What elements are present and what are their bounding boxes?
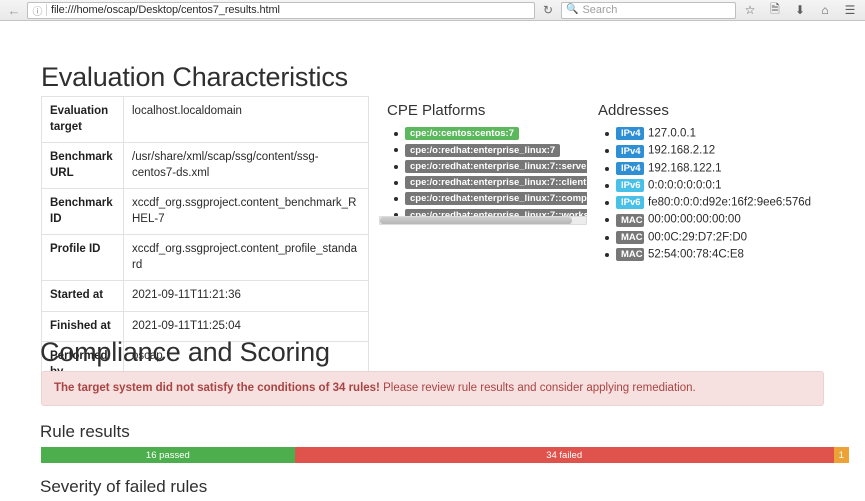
list-item: cpe:/o:redhat:enterprise_linux:7 (394, 143, 587, 157)
row-key: Profile ID (41, 234, 124, 282)
list-item: IPv4 192.168.2.12 (605, 144, 848, 158)
page-content: Evaluation Characteristics Evaluation ta… (0, 21, 865, 501)
row-value: xccdf_org.ssgproject.content_profile_sta… (123, 234, 369, 282)
library-icon[interactable]: 🗎 (764, 1, 786, 20)
list-item: cpe:/o:redhat:enterprise_linux:7::comput… (394, 192, 587, 206)
url-text: file:///home/oscap/Desktop/centos7_resul… (51, 4, 280, 16)
browser-toolbar: ← ⓘ file:///home/oscap/Desktop/centos7_r… (0, 0, 865, 21)
row-value: 2021-09-11T11:21:36 (123, 280, 369, 312)
list-item: cpe:/o:redhat:enterprise_linux:7::server (394, 159, 587, 173)
cpe-platforms-panel: CPE Platforms cpe:/o:centos:centos:7 cpe:… (379, 102, 587, 225)
list-item: IPv4 192.168.122.1 (605, 161, 848, 175)
alert-strong-text: The target system did not satisfy the co… (54, 382, 380, 394)
info-icon[interactable]: ⓘ (30, 3, 45, 18)
row-value: /usr/share/xml/scap/ssg/content/ssg-cent… (123, 142, 369, 190)
search-icon: 🔍 (566, 4, 579, 15)
address-value: 192.168.122.1 (648, 161, 722, 174)
address-list: IPv4 127.0.0.1 IPv4 192.168.2.12 IPv4 192.168… (598, 127, 848, 262)
severity-heading: Severity of failed rules (40, 477, 208, 496)
list-item: IPv6 0:0:0:0:0:0:0:1 (605, 179, 848, 193)
address-value: 192.168.2.12 (648, 144, 716, 157)
home-icon[interactable]: ⌂ (814, 1, 836, 20)
search-input[interactable]: 🔍 Search (561, 1, 736, 19)
list-item: MAC 52:54:00:78:4C:E8 (605, 248, 848, 262)
list-item: IPv6 fe80:0:0:0:d92e:16f2:9ee6:576d (605, 196, 848, 210)
addresses-panel: Addresses IPv4 127.0.0.1 IPv4 192.168.2.12 I… (598, 102, 848, 265)
cpe-badge: cpe:/o:redhat:enterprise_linux:7::comput… (405, 192, 587, 206)
bar-segment[interactable]: 1 (833, 447, 849, 463)
compliance-heading: Compliance and Scoring (40, 337, 330, 367)
scrollbar-thumb[interactable] (380, 217, 572, 224)
table-row: Profile ID xccdf_org.ssgproject.content_p… (41, 234, 369, 282)
address-type-badge: MAC (616, 213, 644, 227)
compliance-alert: The target system did not satisfy the co… (41, 371, 824, 406)
cpe-badge: cpe:/o:redhat:enterprise_linux:7::client (405, 176, 587, 190)
row-value: localhost.localdomain (123, 95, 369, 144)
list-item: MAC 00:0C:29:D7:2F:D0 (605, 230, 848, 244)
bar-segment[interactable]: 16 passed (41, 447, 295, 463)
address-type-badge: MAC (616, 248, 644, 262)
table-row: Benchmark ID xccdf_org.ssgproject.content… (41, 188, 369, 236)
back-arrow-icon[interactable]: ← (4, 1, 24, 20)
row-key: Benchmark ID (41, 188, 124, 236)
cpe-badge: cpe:/o:redhat:enterprise_linux:7::server (405, 159, 587, 173)
bookmark-star-icon[interactable]: ☆ (739, 1, 761, 20)
list-item: cpe:/o:redhat:enterprise_linux:7::client (394, 176, 587, 190)
row-key: Started at (41, 280, 124, 312)
downloads-icon[interactable]: ⬇ (789, 1, 811, 20)
cpe-badge: cpe:/o:redhat:enterprise_linux:7 (405, 143, 561, 157)
menu-icon[interactable]: ☰ (839, 1, 861, 20)
table-row: Evaluation target localhost.localdomain (41, 95, 369, 144)
reload-button[interactable]: ↻ (538, 2, 558, 19)
url-divider (46, 4, 47, 16)
address-value: 127.0.0.1 (648, 127, 696, 140)
address-value: 0:0:0:0:0:0:0:1 (648, 179, 722, 192)
address-value: 00:00:00:00:00:00 (648, 213, 741, 226)
row-key: Benchmark URL (41, 142, 124, 190)
cpe-platforms-heading: CPE Platforms (387, 102, 486, 119)
list-item: IPv4 127.0.0.1 (605, 127, 848, 141)
table-row: Benchmark URL/usr/share/xml/scap/ssg/con… (41, 142, 369, 190)
bar-segment[interactable]: 34 failed (294, 447, 834, 463)
cpe-platform-list: cpe:/o:centos:centos:7 cpe:/o:redhat:ente… (387, 127, 587, 225)
list-item: MAC 00:00:00:00:00:00 (605, 213, 848, 227)
alert-rest-text: Please review rule results and consider … (379, 382, 696, 394)
addresses-heading: Addresses (598, 102, 669, 119)
list-item: cpe:/o:centos:centos:7 (394, 127, 587, 141)
rule-results-heading: Rule results (40, 422, 130, 441)
row-value: xccdf_org.ssgproject.content_benchmark_R… (123, 188, 369, 236)
address-type-badge: MAC (616, 230, 644, 244)
cpe-badge: cpe:/o:centos:centos:7 (405, 127, 519, 141)
address-value: 00:0C:29:D7:2F:D0 (648, 230, 748, 243)
address-value: 52:54:00:78:4C:E8 (648, 248, 744, 261)
rule-results-bar: 16 passed 34 failed 1 (41, 447, 849, 463)
search-placeholder: Search (582, 4, 618, 16)
address-value: fe80:0:0:0:d92e:16f2:9ee6:576d (648, 196, 812, 209)
page-title: Evaluation Characteristics (41, 62, 348, 92)
address-type-badge: IPv4 (616, 161, 644, 175)
address-bar[interactable]: ⓘ file:///home/oscap/Desktop/centos7_res… (27, 1, 535, 19)
row-key: Evaluation target (41, 95, 124, 144)
address-type-badge: IPv4 (616, 127, 644, 141)
address-type-badge: IPv4 (616, 144, 644, 158)
address-type-badge: IPv6 (616, 179, 644, 193)
address-type-badge: IPv6 (616, 196, 644, 210)
table-row: Started at 2021-09-11T11:21:36 (41, 280, 369, 312)
cpe-horizontal-scrollbar[interactable] (379, 216, 587, 225)
